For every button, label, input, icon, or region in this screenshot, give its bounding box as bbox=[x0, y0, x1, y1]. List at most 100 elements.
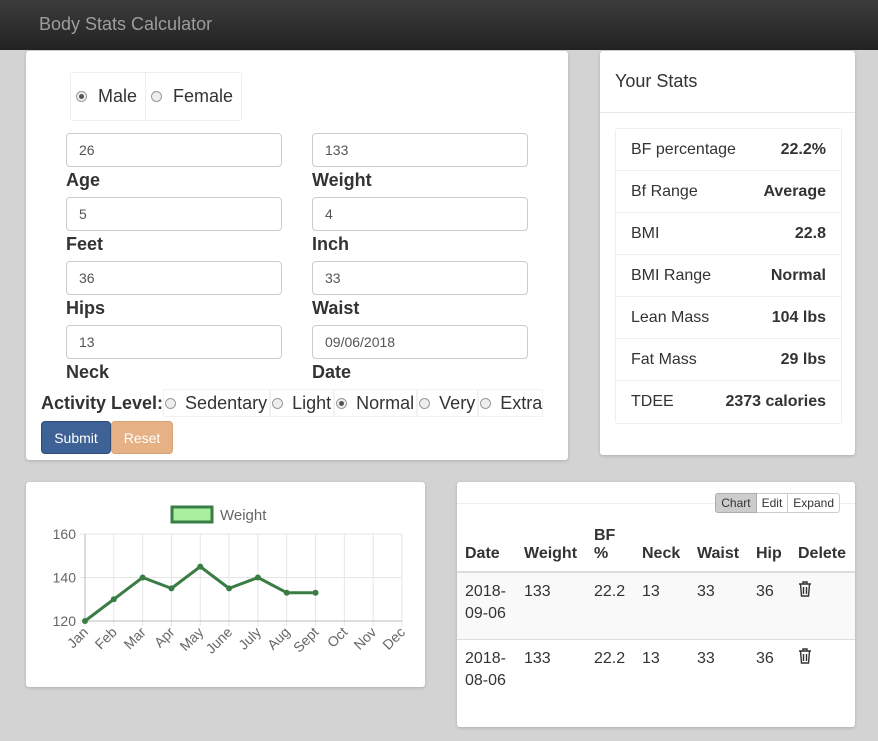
hips-input[interactable] bbox=[66, 261, 282, 295]
col-header-weight: Weight bbox=[516, 523, 586, 573]
radio-male[interactable] bbox=[76, 91, 87, 102]
activity-option-normal[interactable]: Normal bbox=[334, 389, 418, 417]
cell-hip: 36 bbox=[748, 571, 790, 640]
cell-waist: 33 bbox=[689, 571, 748, 640]
y-tick-label: 160 bbox=[53, 526, 77, 542]
col-header-waist: Waist bbox=[689, 523, 748, 573]
cell-delete bbox=[790, 571, 855, 640]
weight-data-point bbox=[312, 589, 319, 596]
legend-swatch bbox=[170, 505, 214, 524]
weight-data-point bbox=[139, 574, 146, 581]
y-tick-label: 140 bbox=[53, 570, 77, 586]
age-input[interactable] bbox=[66, 133, 282, 167]
feet-group: Feet bbox=[66, 197, 282, 255]
stat-row-fat-mass: Fat Mass 29 lbs bbox=[616, 339, 841, 381]
weight-group: Weight bbox=[312, 133, 528, 191]
date-group: Date bbox=[312, 325, 528, 383]
legend-label: Weight bbox=[220, 507, 267, 524]
stat-label: Lean Mass bbox=[631, 308, 710, 326]
radio-very[interactable] bbox=[419, 397, 431, 409]
radio-light[interactable] bbox=[272, 397, 284, 409]
app-title[interactable]: Body Stats Calculator bbox=[39, 14, 212, 35]
submit-button[interactable]: Submit bbox=[41, 421, 111, 454]
activity-very-label: Very bbox=[439, 392, 476, 413]
col-header-hip: Hip bbox=[748, 523, 790, 573]
col-header-bf: BF % bbox=[586, 523, 634, 573]
stat-value: 29 lbs bbox=[780, 350, 826, 368]
trash-icon[interactable] bbox=[798, 581, 812, 604]
activity-extra-label: Extra bbox=[500, 392, 543, 413]
radio-normal[interactable] bbox=[336, 397, 348, 409]
neck-group: Neck bbox=[66, 325, 282, 383]
stat-row-lean-mass: Lean Mass 104 lbs bbox=[616, 297, 841, 339]
y-tick-label: 120 bbox=[53, 613, 77, 629]
stat-value: Average bbox=[763, 182, 826, 200]
activity-option-sedentary[interactable]: Sedentary bbox=[163, 389, 271, 417]
activity-radio-group: Sedentary Light Normal Very Extra bbox=[163, 389, 544, 417]
stat-value: 2373 calories bbox=[725, 393, 826, 410]
chart-view-button[interactable]: Chart bbox=[715, 493, 757, 513]
activity-option-light[interactable]: Light bbox=[270, 389, 335, 417]
weight-data-point bbox=[82, 618, 88, 624]
cell-waist: 33 bbox=[689, 639, 748, 706]
neck-input[interactable] bbox=[66, 325, 282, 359]
stat-label: BMI Range bbox=[631, 266, 712, 284]
activity-option-extra[interactable]: Extra bbox=[478, 389, 544, 417]
weight-input[interactable] bbox=[312, 133, 528, 167]
radio-female[interactable] bbox=[151, 91, 163, 102]
weight-data-point bbox=[226, 585, 233, 592]
cell-weight: 133 bbox=[516, 639, 586, 706]
body-stats-form: Male Female Age Weight Feet Inch Hips Wa… bbox=[26, 51, 568, 460]
x-tick-label: Sept bbox=[290, 624, 322, 656]
stat-value: Normal bbox=[770, 266, 826, 284]
waist-input[interactable] bbox=[312, 261, 528, 295]
activity-level-row: Activity Level: Sedentary Light Normal V… bbox=[41, 389, 544, 417]
weight-data-point bbox=[254, 574, 261, 581]
activity-normal-label: Normal bbox=[356, 392, 415, 413]
feet-input[interactable] bbox=[66, 197, 282, 231]
waist-label: Waist bbox=[312, 298, 360, 318]
activity-level-label: Activity Level: bbox=[41, 392, 164, 413]
cell-neck: 13 bbox=[634, 571, 689, 640]
activity-option-very[interactable]: Very bbox=[417, 389, 479, 417]
edit-view-button[interactable]: Edit bbox=[756, 493, 789, 513]
radio-sedentary[interactable] bbox=[165, 397, 177, 409]
stat-value: 22.2% bbox=[780, 140, 826, 158]
radio-extra[interactable] bbox=[480, 397, 492, 409]
cell-weight: 133 bbox=[516, 571, 586, 640]
col-header-delete: Delete bbox=[790, 523, 855, 573]
x-tick-label: July bbox=[235, 624, 264, 653]
gender-male-label: Male bbox=[98, 86, 138, 106]
navbar: Body Stats Calculator bbox=[0, 0, 878, 50]
weight-data-point bbox=[110, 596, 117, 603]
activity-sedentary-label: Sedentary bbox=[185, 392, 268, 413]
expand-view-button[interactable]: Expand bbox=[788, 493, 840, 513]
weight-label: Weight bbox=[312, 170, 372, 190]
gender-radio-group: Male Female bbox=[70, 72, 243, 121]
stats-title: Your Stats bbox=[615, 71, 698, 91]
activity-light-label: Light bbox=[292, 392, 332, 413]
gender-option-male[interactable]: Male bbox=[71, 73, 147, 120]
reset-button[interactable]: Reset bbox=[111, 421, 173, 454]
date-input[interactable] bbox=[312, 325, 528, 359]
table-row: 2018-09-06 133 22.2 13 33 36 bbox=[457, 571, 855, 640]
stat-value: 104 lbs bbox=[771, 308, 826, 326]
weight-data-point bbox=[168, 585, 175, 592]
age-group: Age bbox=[66, 133, 282, 191]
hips-group: Hips bbox=[66, 261, 282, 319]
x-tick-label: Mar bbox=[120, 624, 149, 653]
x-tick-label: Dec bbox=[379, 624, 408, 653]
x-tick-label: Aug bbox=[264, 624, 293, 653]
inch-input[interactable] bbox=[312, 197, 528, 231]
table-row: 2018-08-06 133 22.2 13 33 36 bbox=[457, 639, 855, 706]
cell-bf: 22.2 bbox=[586, 639, 634, 706]
stat-label: TDEE bbox=[631, 393, 674, 410]
stat-row-bmi: BMI 22.8 bbox=[616, 213, 841, 255]
cell-neck: 13 bbox=[634, 639, 689, 706]
gender-option-female[interactable]: Female bbox=[146, 73, 241, 120]
stat-label: BMI bbox=[631, 224, 660, 242]
cell-date: 2018-09-06 bbox=[457, 571, 516, 640]
hips-label: Hips bbox=[66, 298, 106, 318]
trash-icon[interactable] bbox=[798, 648, 812, 671]
inch-group: Inch bbox=[312, 197, 528, 255]
